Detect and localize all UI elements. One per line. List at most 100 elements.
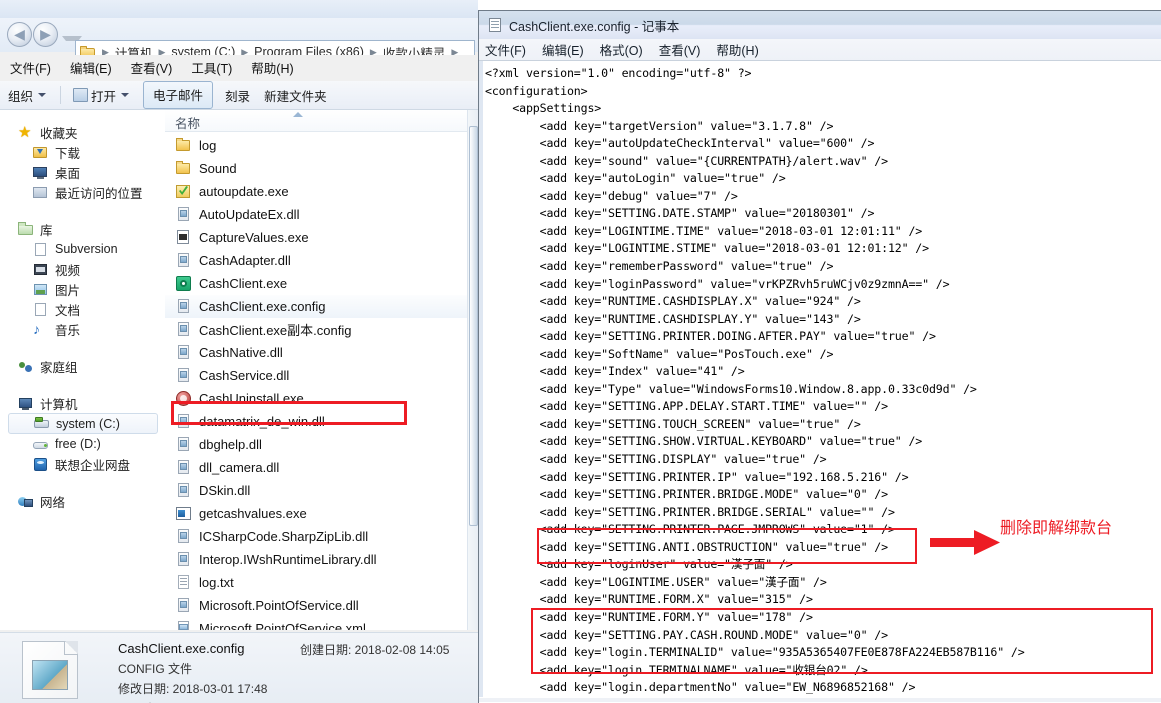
sidebar-item-videos[interactable]: 视频 <box>0 259 162 279</box>
menu-file[interactable]: 文件(F) <box>10 58 51 77</box>
sidebar-item-pictures[interactable]: 图片 <box>0 279 162 299</box>
forward-arrow-icon[interactable]: ▶ <box>33 22 58 47</box>
menu-tools[interactable]: 工具(T) <box>191 58 232 77</box>
sidebar-item-libraries[interactable]: 库 <box>0 219 162 239</box>
file-explorer-window: ◀ ▶ ▶ 计算机 ▶ system (C:) ▶ Program Files … <box>0 0 478 703</box>
sidebar-label: 图片 <box>55 283 81 298</box>
file-list-item[interactable]: CashClient.exe.config <box>165 295 468 318</box>
sidebar-item-homegroup[interactable]: 家庭组 <box>0 356 162 376</box>
file-list-item[interactable]: Interop.IWshRuntimeLibrary.dll <box>165 548 468 571</box>
sidebar-label: Subversion <box>55 242 118 256</box>
notepad-menu-edit[interactable]: 编辑(E) <box>542 40 584 59</box>
file-list-item[interactable]: CashService.dll <box>165 364 468 387</box>
file-list-item[interactable]: DSkin.dll <box>165 479 468 502</box>
file-name-label: getcashvalues.exe <box>199 506 307 521</box>
capture-exe-icon <box>175 229 192 246</box>
notepad-status-strip <box>479 698 1161 702</box>
nav-group-favorites: ★ 收藏夹 下载 桌面 最近访问的位置 <box>0 122 162 202</box>
notepad-title-bar[interactable]: CashClient.exe.config - 记事本 <box>479 11 1161 39</box>
file-list-item[interactable]: dll_camera.dll <box>165 456 468 479</box>
sidebar-item-computer[interactable]: 计算机 <box>0 393 162 413</box>
file-name-label: CashService.dll <box>199 368 290 383</box>
email-button[interactable]: 电子邮件 <box>143 81 214 109</box>
file-list-item[interactable]: CaptureValues.exe <box>165 226 468 249</box>
open-button[interactable]: 打开 <box>73 86 130 105</box>
sidebar-label: 文档 <box>55 303 81 318</box>
window-exe-icon <box>175 505 192 522</box>
dll-icon <box>175 597 192 614</box>
update-exe-icon <box>175 183 192 200</box>
sidebar-item-recent-places[interactable]: 最近访问的位置 <box>0 182 162 202</box>
sidebar-item-favorites[interactable]: ★ 收藏夹 <box>0 122 162 142</box>
file-list-item[interactable]: CashAdapter.dll <box>165 249 468 272</box>
open-label: 打开 <box>91 89 117 104</box>
recent-places-icon <box>33 185 49 200</box>
sidebar-item-network[interactable]: 网络 <box>0 491 162 511</box>
file-list-item[interactable]: Microsoft.PointOfService.dll <box>165 594 468 617</box>
file-name-label: CashClient.exe.config <box>199 299 326 314</box>
annotation-text: 删除即解绑款台 <box>1000 518 1113 537</box>
file-thumbnail-icon <box>22 641 78 699</box>
scrollbar-thumb[interactable] <box>469 126 478 526</box>
sidebar-item-free-d[interactable]: free (D:) <box>0 434 162 454</box>
file-list-pane: 名称 log Sound autoupdate.exe AutoUpdateEx.dl… <box>165 110 478 630</box>
sidebar-item-downloads[interactable]: 下载 <box>0 142 162 162</box>
file-list-item[interactable]: Sound <box>165 157 468 180</box>
sidebar-item-network-disk[interactable]: 联想企业网盘 <box>0 454 162 474</box>
file-list-item[interactable]: Microsoft.PointOfService.xml <box>165 617 468 630</box>
file-list-item[interactable]: log <box>165 134 468 157</box>
sidebar-label: 最近访问的位置 <box>55 186 143 201</box>
file-list-item[interactable]: getcashvalues.exe <box>165 502 468 525</box>
file-list-item[interactable]: dbghelp.dll <box>165 433 468 456</box>
homegroup-icon <box>18 359 34 374</box>
music-note-icon: ♪ <box>33 320 40 337</box>
annotation-arrow-right <box>930 530 1000 555</box>
notepad-menu-view[interactable]: 查看(V) <box>659 40 701 59</box>
sidebar-item-system-c[interactable]: system (C:) <box>8 413 158 434</box>
menu-view[interactable]: 查看(V) <box>131 58 173 77</box>
folder-icon <box>175 137 192 154</box>
file-list-item[interactable]: autoupdate.exe <box>165 180 468 203</box>
notepad-text-area[interactable]: <?xml version="1.0" encoding="utf-8" ?> … <box>479 61 1161 697</box>
file-name-label: dbghelp.dll <box>199 437 262 452</box>
file-list-column-header[interactable]: 名称 <box>165 110 478 132</box>
file-list-item[interactable]: CashClient.exe副本.config <box>165 318 468 341</box>
file-list-item[interactable]: datamatrix_de_win.dll <box>165 410 468 433</box>
menu-edit[interactable]: 编辑(E) <box>70 58 112 77</box>
sidebar-item-desktop[interactable]: 桌面 <box>0 162 162 182</box>
file-name-label: Interop.IWshRuntimeLibrary.dll <box>199 552 377 567</box>
email-label: 电子邮件 <box>153 89 204 103</box>
sidebar-label: system (C:) <box>56 416 120 431</box>
file-name-label: DSkin.dll <box>199 483 251 498</box>
sidebar-label: 收藏夹 <box>40 126 78 141</box>
notepad-menu-format[interactable]: 格式(O) <box>600 40 643 59</box>
picture-icon <box>33 282 49 297</box>
file-name-label: autoupdate.exe <box>199 184 289 199</box>
menu-help[interactable]: 帮助(H) <box>251 58 293 77</box>
file-list-item[interactable]: CashUninstall.exe <box>165 387 468 410</box>
notepad-menu-help[interactable]: 帮助(H) <box>716 40 758 59</box>
notepad-menu-file[interactable]: 文件(F) <box>485 40 526 59</box>
file-list-item[interactable]: ICSharpCode.SharpZipLib.dll <box>165 525 468 548</box>
sidebar-item-music[interactable]: ♪ 音乐 <box>0 319 162 339</box>
nav-group-homegroup: 家庭组 <box>0 356 162 376</box>
details-text-block: CashClient.exe.config CONFIG 文件 修改日期: 20… <box>118 641 267 703</box>
file-list-item[interactable]: CashNative.dll <box>165 341 468 364</box>
file-name-label: CashNative.dll <box>199 345 283 360</box>
sidebar-item-subversion[interactable]: Subversion <box>0 239 162 259</box>
file-list-scrollbar[interactable] <box>467 110 478 630</box>
file-list: log Sound autoupdate.exe AutoUpdateEx.dll Ca… <box>165 134 468 630</box>
file-list-item[interactable]: log.txt <box>165 571 468 594</box>
chevron-down-icon <box>121 93 130 97</box>
explorer-title-band <box>0 0 478 18</box>
organize-button[interactable]: 组织 <box>8 86 47 105</box>
new-folder-button[interactable]: 新建文件夹 <box>264 86 327 105</box>
notepad-content[interactable]: <?xml version="1.0" encoding="utf-8" ?> … <box>485 65 1025 697</box>
burn-button[interactable]: 刻录 <box>225 86 250 105</box>
file-list-item[interactable]: CashClient.exe <box>165 272 468 295</box>
back-arrow-icon[interactable]: ◀ <box>7 22 32 47</box>
file-list-item[interactable]: AutoUpdateEx.dll <box>165 203 468 226</box>
sidebar-item-documents[interactable]: 文档 <box>0 299 162 319</box>
